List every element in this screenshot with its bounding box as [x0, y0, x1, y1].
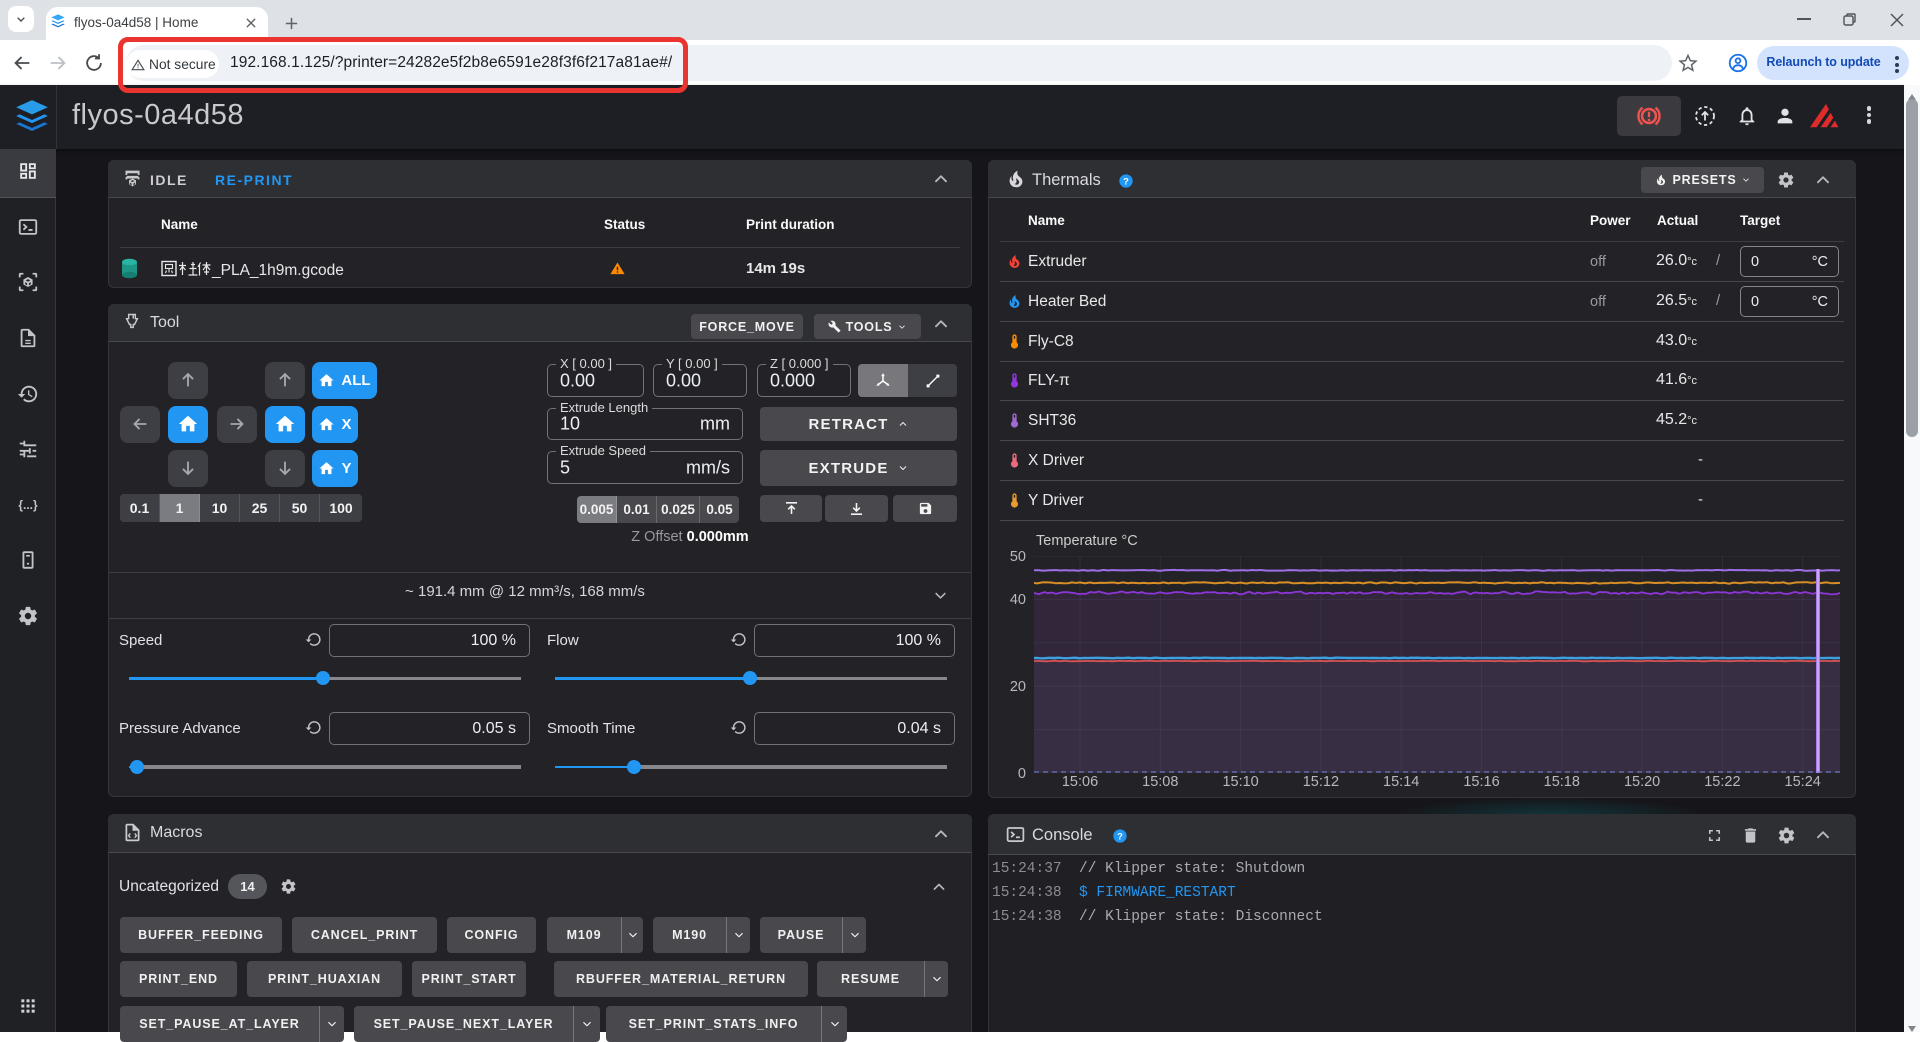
svg-text:{...}: {...} [18, 498, 38, 512]
svg-text:?: ? [1117, 831, 1123, 841]
svg-text:?: ? [1123, 176, 1129, 186]
